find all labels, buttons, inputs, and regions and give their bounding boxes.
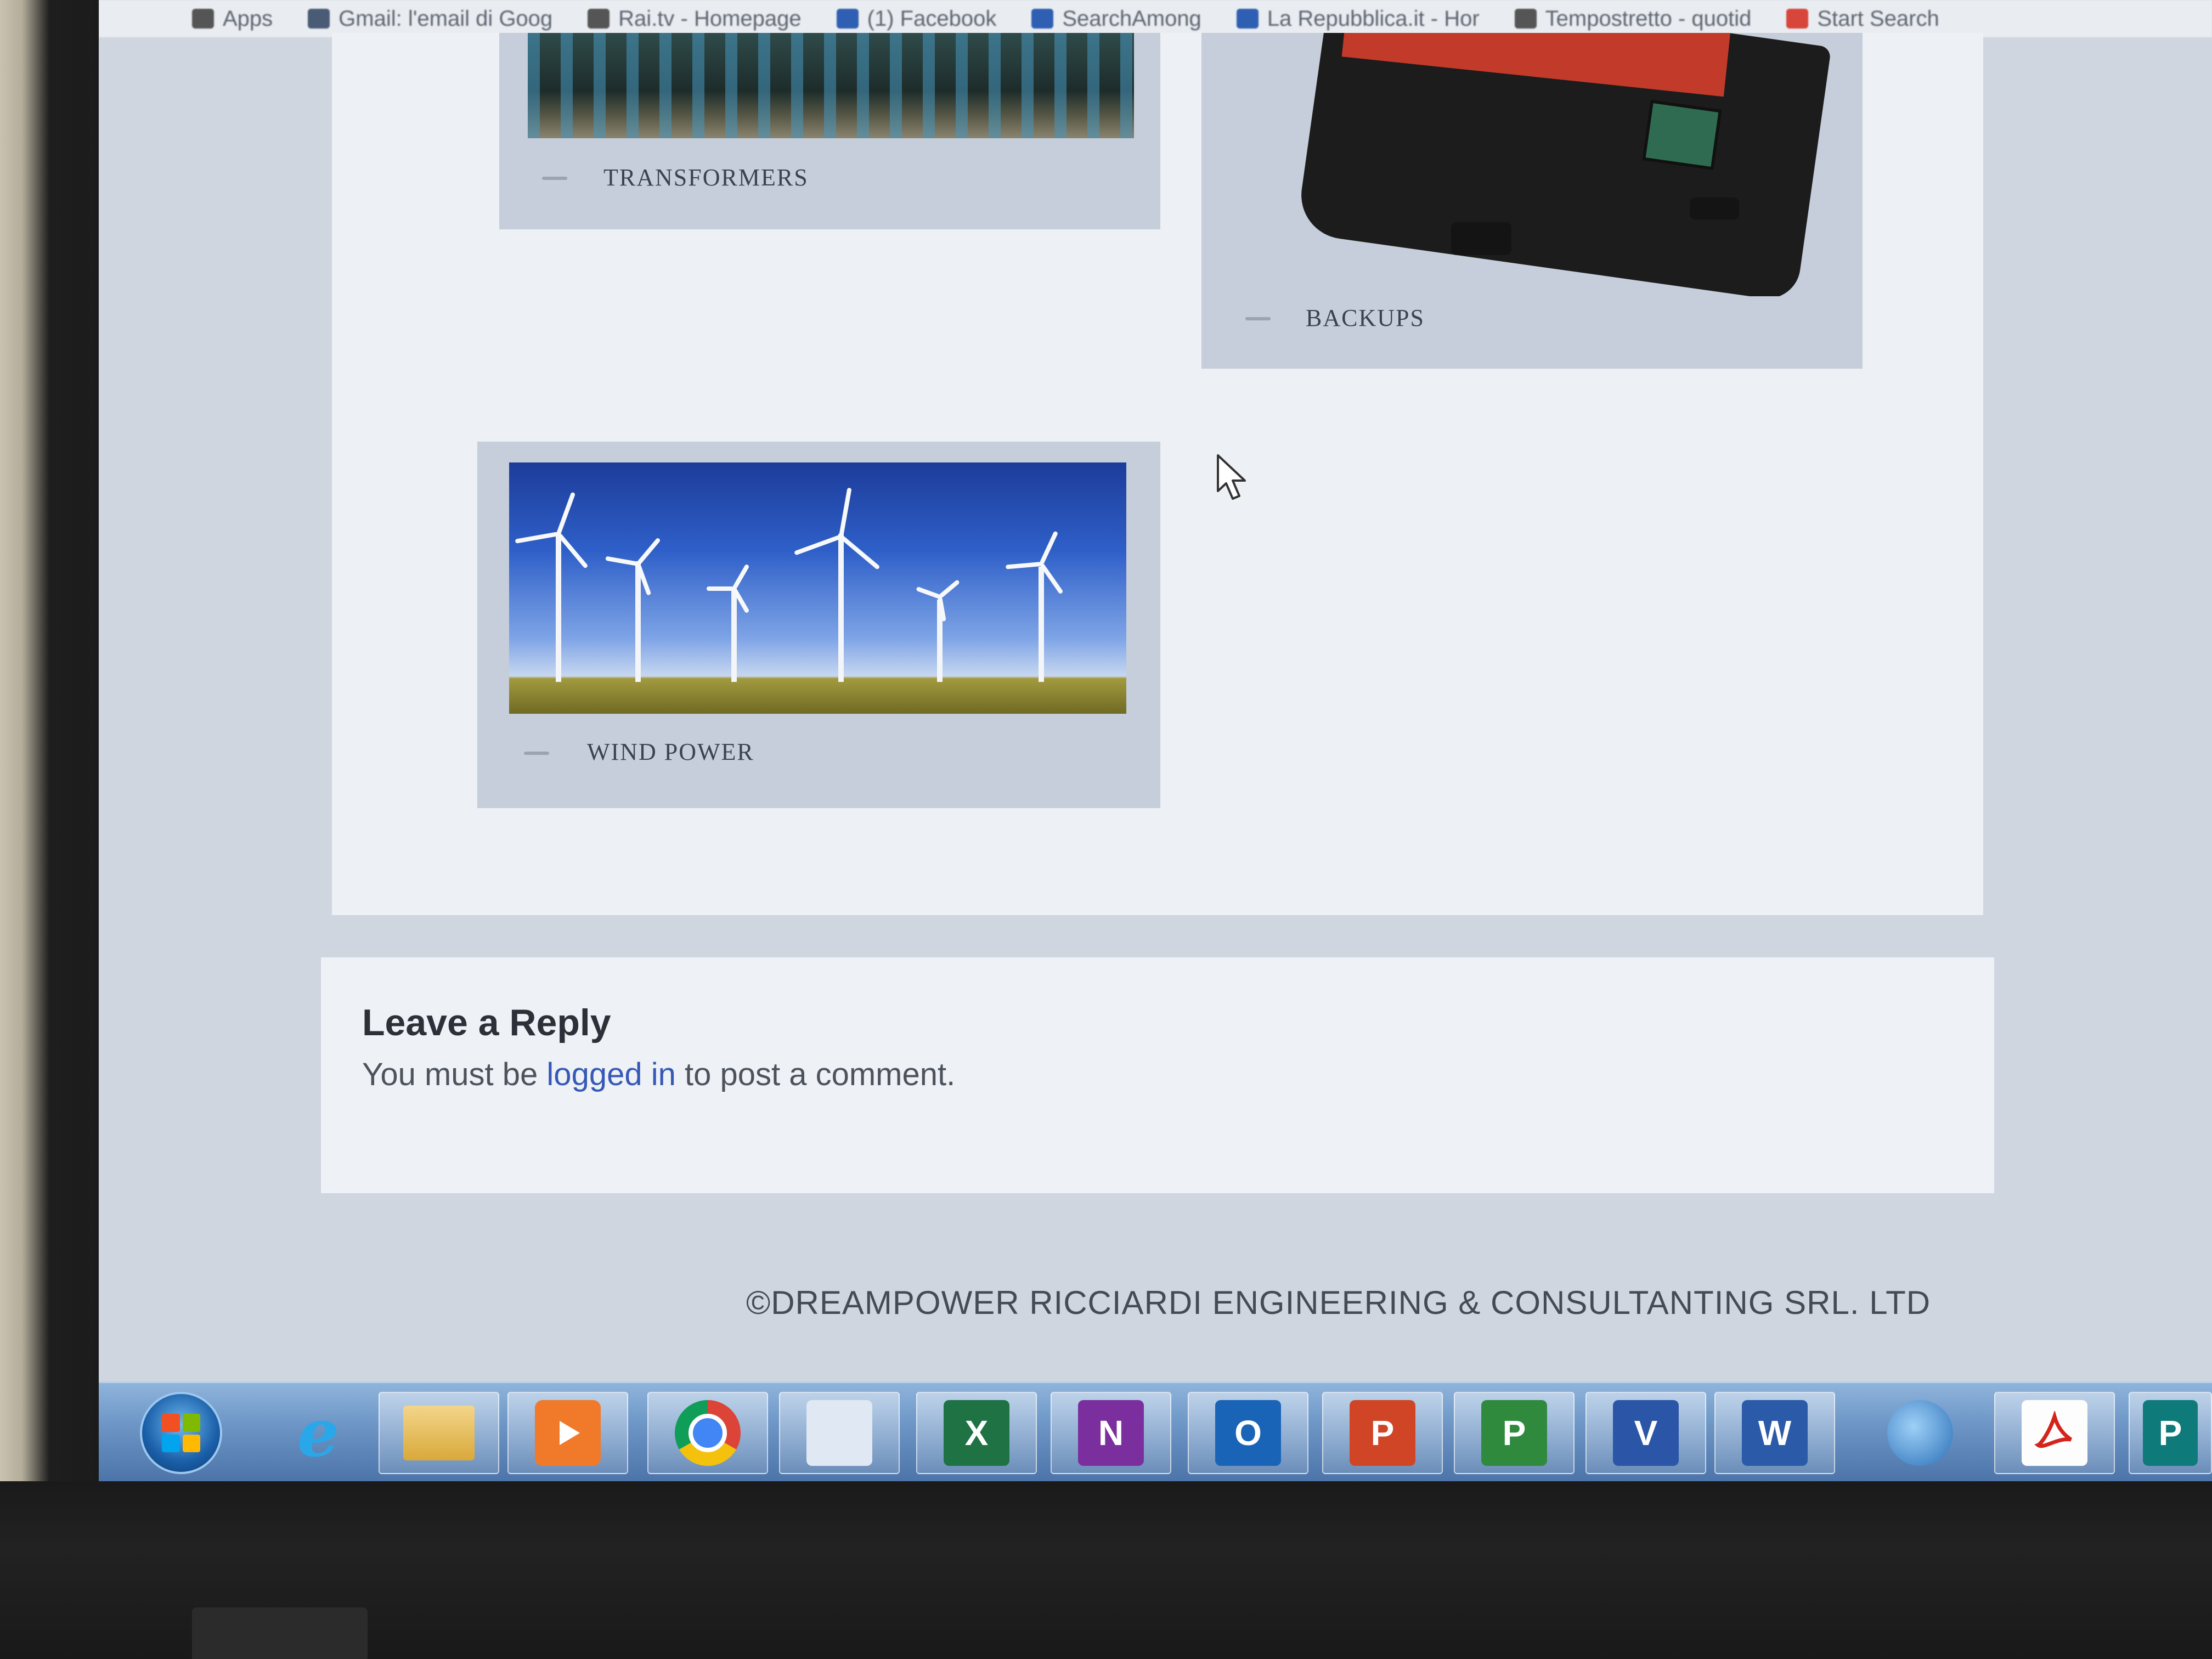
acrobat-icon — [2022, 1400, 2087, 1466]
google-icon — [308, 9, 330, 29]
photo-of-monitor: Apps Gmail: l'email di Goog Rai.tv - Hom… — [0, 0, 2212, 1659]
internet-explorer-icon: e — [297, 1394, 340, 1472]
taskbar-publisher[interactable]: P — [2129, 1392, 2212, 1474]
publisher-icon: P — [2143, 1400, 2198, 1466]
bookmark-gmail[interactable]: Gmail: l'email di Goog — [308, 7, 552, 31]
taskbar-visio[interactable]: V — [1585, 1392, 1706, 1474]
bookmark-label: Start Search — [1817, 6, 1939, 31]
gallery-item-label: BACKUPS — [1306, 304, 1425, 331]
bookmark-raitv[interactable]: Rai.tv - Homepage — [588, 6, 802, 31]
bookmark-label: SearchAmong — [1062, 6, 1201, 31]
bookmark-repubblica[interactable]: La Repubblica.it - Hor — [1236, 6, 1480, 31]
gallery-card: TRANSFORMERS BACKUPS WIND POWER — [332, 33, 1983, 915]
file-explorer-icon — [403, 1406, 475, 1460]
taskbar-media-player[interactable] — [507, 1392, 628, 1474]
screen: Apps Gmail: l'email di Goog Rai.tv - Hom… — [99, 0, 2212, 1481]
bookmark-label: Rai.tv - Homepage — [618, 6, 802, 31]
device-foot — [1690, 198, 1739, 219]
turbine — [515, 492, 591, 682]
taskbar-app[interactable] — [779, 1392, 900, 1474]
taskbar-chrome[interactable] — [647, 1392, 768, 1474]
device-foot — [1451, 222, 1511, 255]
bookmark-label: (1) Facebook — [867, 6, 997, 31]
taskbar-excel[interactable]: X — [916, 1392, 1037, 1474]
taskbar-acrobat[interactable] — [1994, 1392, 2115, 1474]
bookmark-label: La Repubblica.it - Hor — [1267, 6, 1480, 31]
comment-section: Leave a Reply You must be logged in to p… — [321, 957, 1994, 1193]
taskbar-powerpoint[interactable]: P — [1322, 1392, 1443, 1474]
excel-icon: X — [944, 1400, 1009, 1466]
media-player-icon — [535, 1400, 601, 1466]
ups-backup-device-photo — [1201, 33, 1863, 296]
bookmark-searchamong[interactable]: SearchAmong — [1031, 7, 1201, 31]
taskbar-thunderbird[interactable] — [1860, 1392, 1980, 1474]
reply-heading: Leave a Reply — [362, 1002, 611, 1043]
transformers-photo — [528, 33, 1134, 138]
start-button[interactable] — [121, 1392, 241, 1474]
gallery-item-backups[interactable]: BACKUPS — [1201, 33, 1863, 369]
taskbar-file-explorer[interactable] — [379, 1392, 499, 1474]
raitv-icon — [588, 9, 610, 29]
turbine — [707, 556, 756, 682]
footer-copyright: ©DREAMPOWER RICCIARDI ENGINEERING & CONS… — [746, 1284, 1931, 1321]
gallery-item-wind-power[interactable]: WIND POWER — [477, 442, 1160, 808]
bookmark-tempostretto[interactable]: Tempostretto - quotid — [1514, 6, 1752, 31]
app-icon — [806, 1400, 872, 1466]
outlook-icon: O — [1215, 1400, 1281, 1466]
caption-dash — [542, 177, 567, 180]
bookmark-label: Apps — [223, 6, 273, 31]
bookmark-start-search[interactable]: Start Search — [1786, 7, 1939, 31]
bookmark-label: Gmail: l'email di Goog — [338, 6, 553, 31]
taskbar-onenote[interactable]: N — [1051, 1392, 1171, 1474]
caption-dash — [524, 752, 549, 755]
facebook-icon — [836, 9, 859, 29]
word-icon: W — [1742, 1400, 1808, 1466]
tempostretto-icon — [1514, 9, 1537, 29]
turbine — [916, 567, 961, 682]
login-link[interactable]: logged in — [546, 1057, 675, 1092]
repubblica-icon — [1236, 9, 1259, 29]
windows-taskbar: e X N O P P V W P — [99, 1381, 2212, 1481]
wind-turbines-photo — [509, 462, 1126, 714]
chrome-icon — [675, 1400, 741, 1466]
gallery-item-transformers[interactable]: TRANSFORMERS — [499, 33, 1160, 229]
message-text: You must be — [362, 1057, 547, 1092]
project-icon: P — [1481, 1400, 1547, 1466]
powerpoint-icon: P — [1350, 1400, 1415, 1466]
bookmark-apps[interactable]: Apps — [192, 7, 273, 31]
bookmark-facebook[interactable]: (1) Facebook — [836, 6, 997, 31]
turbine — [794, 487, 881, 682]
gallery-item-label: WIND POWER — [587, 738, 754, 765]
turbine — [605, 528, 663, 682]
taskbar-word[interactable]: W — [1714, 1392, 1835, 1474]
visio-icon: V — [1613, 1400, 1679, 1466]
search-icon — [1031, 9, 1054, 29]
caption-dash — [1245, 317, 1271, 320]
apps-grid-icon — [192, 9, 214, 29]
taskbar-internet-explorer[interactable]: e — [258, 1392, 379, 1474]
login-required-message: You must be logged in to post a comment. — [362, 1056, 955, 1093]
gallery-item-label: TRANSFORMERS — [603, 164, 809, 191]
turbine — [1005, 528, 1069, 682]
device-display — [1641, 99, 1723, 171]
bookmark-label: Tempostretto - quotid — [1545, 6, 1752, 31]
onenote-icon: N — [1078, 1400, 1144, 1466]
monitor-stand — [192, 1607, 368, 1659]
message-text: to post a comment. — [675, 1057, 956, 1092]
windows-start-icon — [140, 1392, 222, 1474]
taskbar-project[interactable]: P — [1454, 1392, 1575, 1474]
mouse-cursor-icon — [1217, 454, 1246, 500]
taskbar-outlook[interactable]: O — [1188, 1392, 1308, 1474]
thunderbird-icon — [1887, 1400, 1953, 1466]
start-search-icon — [1786, 9, 1809, 29]
